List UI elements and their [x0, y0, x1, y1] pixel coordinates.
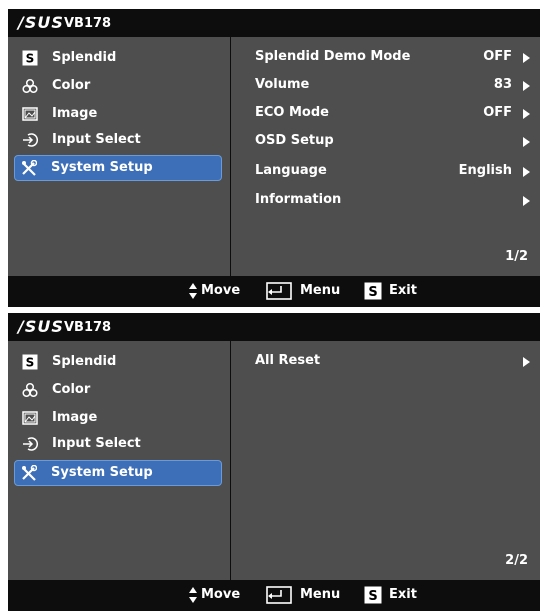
- menu-item-splendid[interactable]: S Splendid: [16, 350, 222, 374]
- menu-item-color[interactable]: Color: [16, 74, 222, 98]
- svg-text:S: S: [26, 52, 35, 66]
- arrow-right-icon: [523, 81, 530, 91]
- setting-osd-setup[interactable]: OSD Setup: [255, 131, 530, 151]
- menu-item-label: Image: [52, 106, 98, 121]
- menu-item-label: Splendid: [52, 50, 117, 65]
- image-icon: [22, 410, 38, 426]
- osd-title-bar: /SUS VB178: [8, 9, 540, 37]
- input-select-icon: [22, 436, 38, 452]
- menu-item-label: Color: [52, 78, 91, 93]
- asus-logo: /SUS: [18, 13, 64, 32]
- arrow-right-icon: [523, 137, 530, 147]
- page-indicator: 2/2: [505, 553, 528, 568]
- menu-item-label: Splendid: [52, 354, 117, 369]
- menu-item-label: System Setup: [51, 160, 153, 175]
- main-menu: S Splendid Color Image Input Select Syst…: [8, 37, 230, 276]
- arrow-right-icon: [523, 167, 530, 177]
- menu-item-label: Input Select: [52, 436, 141, 451]
- menu-hint-label: Menu: [300, 587, 341, 602]
- menu-hint-label: Menu: [300, 283, 341, 298]
- osd-hint-bar: Move Menu S Exit: [8, 276, 540, 307]
- asus-logo: /SUS: [18, 317, 64, 336]
- model-name: VB178: [64, 16, 112, 31]
- system-setup-icon: [21, 464, 38, 481]
- setting-value: OFF: [483, 105, 512, 120]
- page-indicator: 1/2: [505, 249, 528, 264]
- up-down-arrow-icon: [188, 282, 198, 304]
- arrow-right-icon: [523, 357, 530, 367]
- setting-label: Language: [255, 163, 327, 178]
- menu-item-input-select[interactable]: Input Select: [16, 128, 222, 152]
- move-hint-label: Move: [201, 283, 241, 298]
- exit-s-icon: S: [364, 586, 382, 608]
- splendid-icon: S: [22, 50, 38, 66]
- setting-information[interactable]: Information: [255, 190, 530, 210]
- exit-s-icon: S: [364, 282, 382, 304]
- setting-label: ECO Mode: [255, 105, 329, 120]
- setting-label: All Reset: [255, 353, 321, 368]
- menu-item-image[interactable]: Image: [16, 406, 222, 430]
- menu-item-color[interactable]: Color: [16, 378, 222, 402]
- setting-label: OSD Setup: [255, 133, 334, 148]
- svg-text:S: S: [368, 285, 377, 300]
- menu-item-input-select[interactable]: Input Select: [16, 432, 222, 456]
- osd-title-bar: /SUS VB178: [8, 313, 540, 341]
- menu-item-label: System Setup: [51, 465, 153, 480]
- setting-eco-mode[interactable]: ECO Mode OFF: [255, 103, 530, 123]
- menu-item-label: Color: [52, 382, 91, 397]
- system-setup-icon: [21, 159, 38, 176]
- up-down-arrow-icon: [188, 586, 198, 608]
- svg-text:S: S: [26, 356, 35, 370]
- color-icon: [22, 382, 38, 398]
- setting-volume[interactable]: Volume 83: [255, 75, 530, 95]
- settings-list: All Reset 2/2: [231, 341, 540, 580]
- setting-all-reset[interactable]: All Reset: [255, 351, 530, 371]
- osd-hint-bar: Move Menu S Exit: [8, 580, 540, 611]
- menu-item-splendid[interactable]: S Splendid: [16, 46, 222, 70]
- setting-value: 83: [493, 77, 512, 92]
- osd-panel-page-2: /SUS VB178 S Splendid Color Image Input: [8, 313, 540, 611]
- menu-item-image[interactable]: Image: [16, 102, 222, 126]
- image-icon: [22, 106, 38, 122]
- menu-enter-icon: [266, 282, 292, 304]
- menu-item-label: Input Select: [52, 132, 141, 147]
- exit-hint-label: Exit: [389, 587, 417, 602]
- setting-splendid-demo-mode[interactable]: Splendid Demo Mode OFF: [255, 47, 530, 67]
- menu-enter-icon: [266, 586, 292, 608]
- input-select-icon: [22, 132, 38, 148]
- setting-value: OFF: [483, 49, 512, 64]
- arrow-right-icon: [523, 53, 530, 63]
- setting-label: Splendid Demo Mode: [255, 49, 411, 64]
- splendid-icon: S: [22, 354, 38, 370]
- model-name: VB178: [64, 320, 112, 335]
- osd-panel-page-1: /SUS VB178 S Splendid Color Image Input: [8, 9, 540, 307]
- move-hint-label: Move: [201, 587, 241, 602]
- main-menu: S Splendid Color Image Input Select Syst…: [8, 341, 230, 580]
- menu-item-system-setup[interactable]: System Setup: [14, 460, 222, 486]
- settings-list: Splendid Demo Mode OFF Volume 83 ECO Mod…: [231, 37, 540, 276]
- setting-value: English: [458, 163, 512, 178]
- svg-text:S: S: [368, 589, 377, 604]
- exit-hint-label: Exit: [389, 283, 417, 298]
- menu-item-label: Image: [52, 410, 98, 425]
- arrow-right-icon: [523, 109, 530, 119]
- color-icon: [22, 78, 38, 94]
- arrow-right-icon: [523, 196, 530, 206]
- setting-label: Information: [255, 192, 342, 207]
- setting-label: Volume: [255, 77, 310, 92]
- menu-item-system-setup[interactable]: System Setup: [14, 155, 222, 181]
- setting-language[interactable]: Language English: [255, 161, 530, 181]
